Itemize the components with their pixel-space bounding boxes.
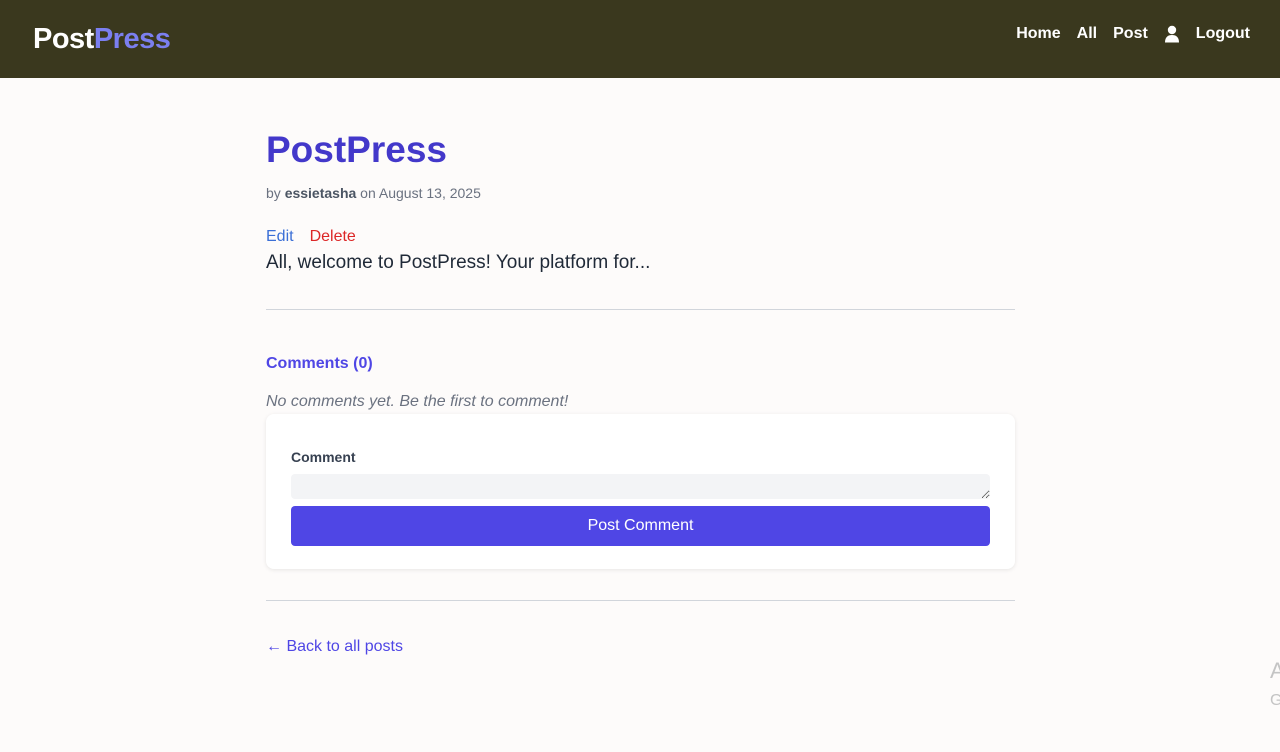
nav-link-post[interactable]: Post [1113, 25, 1148, 43]
post-comment-button[interactable]: Post Comment [291, 506, 990, 546]
comment-form: Comment Post Comment [266, 414, 1015, 569]
post-actions: Edit Delete [266, 228, 1015, 246]
nav-link-logout[interactable]: Logout [1196, 25, 1250, 43]
edge-overlay-line2: G [1270, 692, 1280, 709]
edge-overlay-text: A G [1270, 656, 1280, 716]
brand-logo[interactable]: PostPress [33, 22, 171, 56]
brand-text-press: Press [93, 22, 171, 55]
nav-link-all[interactable]: All [1077, 25, 1097, 43]
comment-input[interactable] [291, 474, 990, 499]
divider [266, 309, 1015, 310]
divider [266, 600, 1015, 601]
edit-post-link[interactable]: Edit [266, 228, 294, 246]
post-detail: PostPress by essietasha on August 13, 20… [266, 78, 1015, 656]
post-title: PostPress [266, 129, 447, 170]
comment-label: Comment [291, 449, 356, 465]
user-icon[interactable] [1164, 25, 1180, 43]
comments-heading: Comments (0) [266, 355, 373, 372]
brand-text-post: Post [33, 22, 94, 55]
back-to-posts-link[interactable]: ← Back to all posts [266, 638, 403, 656]
post-author: essietasha [284, 185, 357, 201]
nav-link-home[interactable]: Home [1016, 25, 1060, 43]
nav-links: Home All Post Logout [1016, 25, 1250, 43]
meta-on-text: on [356, 185, 379, 201]
delete-post-link[interactable]: Delete [310, 228, 356, 246]
no-comments-message: No comments yet. Be the first to comment… [266, 393, 569, 410]
top-navbar: PostPress Home All Post Logout [0, 0, 1280, 78]
post-meta: by essietasha on August 13, 2025 [266, 185, 1015, 201]
post-date: August 13, 2025 [378, 185, 481, 201]
post-body: All, welcome to PostPress! Your platform… [266, 252, 651, 273]
edge-overlay-line1: A [1270, 658, 1280, 683]
meta-by-text: by [266, 185, 285, 201]
